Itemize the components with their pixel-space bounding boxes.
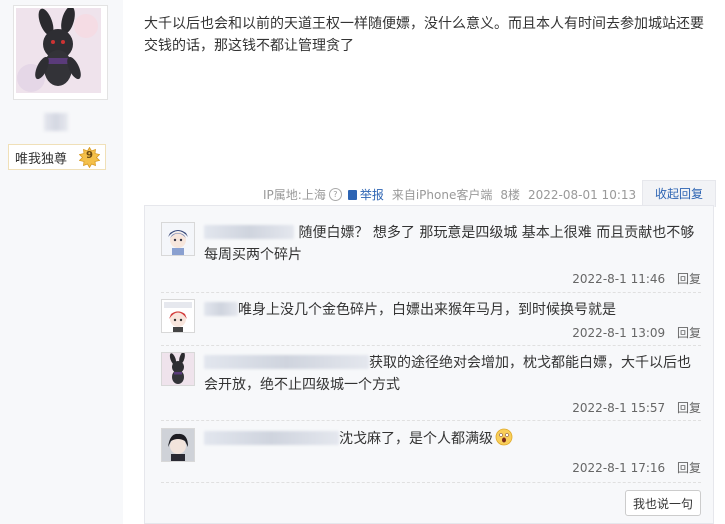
reply-text: 唯身上没几个金色碎片，白嫖出来猴年马月，到时候换号就是 xyxy=(204,299,701,321)
reply-text: 随便白嫖？ 想多了 那玩意是四级城 基本上很难 而且贡献也不够每周买两个碎片 xyxy=(204,222,701,266)
author-name-blurred[interactable] xyxy=(44,113,68,131)
reply-meta: 2022-8-1 11:46 回复 xyxy=(572,270,701,287)
reply-list: 随便白嫖？ 想多了 那玩意是四级城 基本上很难 而且贡献也不够每周买两个碎片 2… xyxy=(144,205,714,524)
post-timestamp: 2022-08-01 10:13 xyxy=(528,187,637,202)
dark-hair-boy-avatar-icon xyxy=(162,429,194,461)
badge-name: 唯我独尊 xyxy=(15,151,68,167)
report-button[interactable]: 举报 xyxy=(347,186,384,203)
reply-avatar[interactable] xyxy=(161,352,195,386)
reply-button[interactable]: 回复 xyxy=(677,326,701,340)
reply-meta: 2022-8-1 17:16 回复 xyxy=(572,459,701,476)
bunny-doll-avatar-image xyxy=(16,8,101,93)
divider xyxy=(161,345,701,346)
anime-girl-blue-avatar-icon xyxy=(162,223,194,255)
reply-text: 获取的途径绝对会增加，枕戈都能白嫖，大千以后也会开放，绝不止四级城一个方式 xyxy=(204,352,701,396)
reply-time: 2022-8-1 11:46 xyxy=(572,272,666,286)
bunny-doll-icon xyxy=(16,8,101,93)
divider xyxy=(161,482,701,483)
reply-time: 2022-8-1 13:09 xyxy=(572,326,666,340)
shocked-face-emoji-icon xyxy=(495,428,513,446)
reply-button[interactable]: 回复 xyxy=(677,272,701,286)
chibi-red-hair-avatar-icon xyxy=(162,300,194,332)
post-meta: IP属地:上海 ? 举报 来自iPhone客户端 8楼 2022-08-01 1… xyxy=(263,186,636,203)
ip-location: IP属地:上海 xyxy=(263,188,326,202)
reply-button[interactable]: 回复 xyxy=(677,461,701,475)
reply-time: 2022-8-1 17:16 xyxy=(572,461,666,475)
member-badge[interactable]: 唯我独尊 9 xyxy=(8,144,106,170)
reply-time: 2022-8-1 15:57 xyxy=(572,401,666,415)
reply-meta: 2022-8-1 13:09 回复 xyxy=(572,324,701,341)
author-sidebar: 唯我独尊 9 xyxy=(0,0,123,524)
reply-avatar[interactable] xyxy=(161,299,195,333)
reply-username-blurred[interactable] xyxy=(204,225,294,241)
reply-content: 唯身上没几个金色碎片，白嫖出来猴年马月，到时候换号就是 xyxy=(238,302,616,318)
level-star-icon: 9 xyxy=(78,146,101,169)
report-label: 举报 xyxy=(359,188,384,202)
collapse-replies-button[interactable]: 收起回复 xyxy=(642,180,716,207)
author-avatar[interactable] xyxy=(13,5,108,100)
reply-avatar[interactable] xyxy=(161,428,195,462)
post-source: 来自iPhone客户端 xyxy=(391,188,493,202)
divider xyxy=(161,292,701,293)
badge-level: 9 xyxy=(86,150,93,161)
add-reply-button[interactable]: 我也说一句 xyxy=(625,490,701,516)
reply-text: 沈戈麻了，是个人都满级 xyxy=(204,428,701,450)
reply-username-blurred[interactable] xyxy=(204,302,238,318)
reply-username-blurred[interactable] xyxy=(204,431,339,447)
floor-number: 8楼 xyxy=(500,188,520,202)
help-icon[interactable]: ? xyxy=(328,188,342,201)
reply-username-blurred[interactable] xyxy=(204,355,369,371)
bunny-doll-avatar-icon xyxy=(162,353,194,385)
reply-button[interactable]: 回复 xyxy=(677,401,701,415)
report-icon xyxy=(347,189,357,200)
reply-content: 沈戈麻了，是个人都满级 xyxy=(339,431,493,447)
reply-avatar[interactable] xyxy=(161,222,195,256)
post-content: 大千以后也会和以前的天道王权一样随便嫖，没什么意义。而且本人有时间去参加城站还要… xyxy=(144,16,704,54)
reply-meta: 2022-8-1 15:57 回复 xyxy=(572,399,701,416)
divider xyxy=(161,420,701,421)
